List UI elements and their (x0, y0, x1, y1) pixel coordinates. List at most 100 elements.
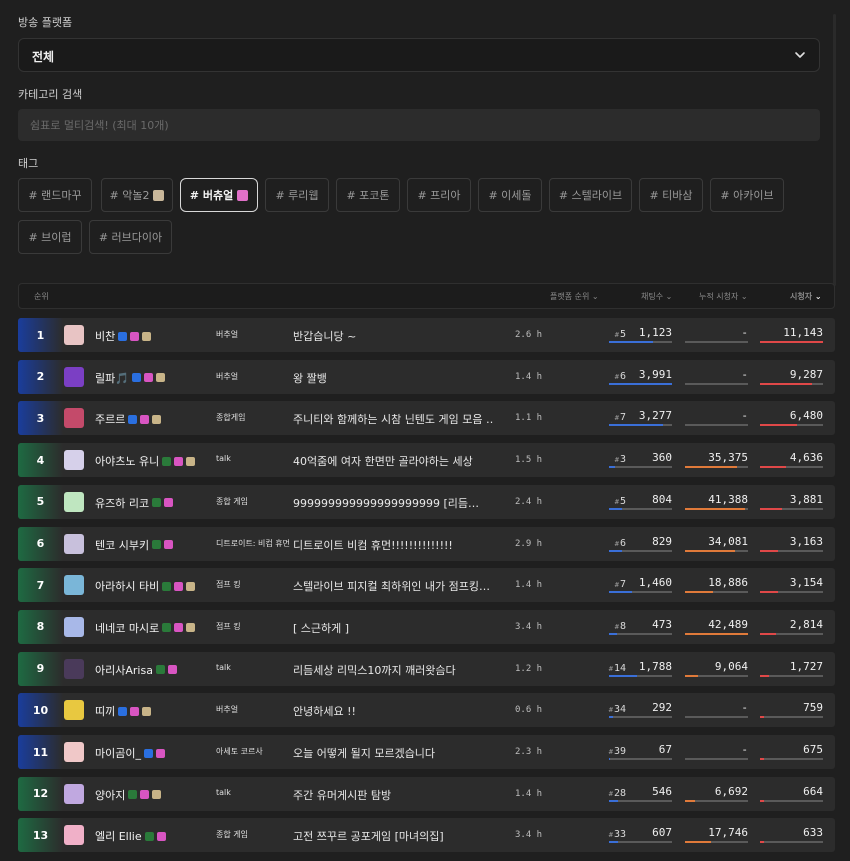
avatar[interactable] (64, 450, 84, 471)
streamer-name-text: 아라하시 타비 (95, 580, 160, 594)
streamer-name[interactable]: 양아지 (95, 787, 162, 803)
table-row[interactable]: 1 비찬 버추얼 반갑습니당 ~2.6 h #5 1,123-11,143 (18, 318, 835, 352)
stream-title[interactable]: 주니티와 함께하는 시참 닌텐도 게임 모음 … (293, 411, 493, 427)
avatar[interactable] (64, 533, 84, 554)
platform-badge-icon (118, 331, 128, 341)
tag-chip[interactable]: # 이세돌 (478, 178, 542, 212)
chat-count-value: 1,123 (638, 326, 672, 339)
platform-badge-icon (186, 623, 196, 633)
table-row[interactable]: 3 주르르 종합게임 주니티와 함께하는 시참 닌텐도 게임 모음 … 1.1 h #7 3… (18, 401, 835, 436)
table-row[interactable]: 8 네네코 마시로 점프 킹[ 스근하게 ] 3.4 h #8 473 42,489 2,81… (18, 609, 835, 644)
avatar[interactable] (64, 491, 84, 512)
tag-chip[interactable]: # 랜드마꾸 (18, 178, 92, 212)
avatar[interactable] (64, 700, 84, 721)
tags-label: 태그 (18, 157, 39, 170)
streamer-name[interactable]: 릴파🎵 (95, 370, 165, 386)
chat-count-bar-fill (609, 841, 618, 844)
tag-chip[interactable]: # 악놀2 (101, 178, 173, 212)
table-row[interactable]: 11 마이곰이_ 아세토 코르사 오늘 어떻게 될지 모르겠습니다 2.3 h #39 67… (18, 735, 835, 769)
tag-chip[interactable]: # 루리웹 (265, 178, 329, 212)
avatar[interactable] (64, 325, 84, 345)
table-row[interactable]: 10 띠끼 버추얼 안녕하세요 !! 0.6 h #34 292-759 (18, 693, 835, 728)
table-header: 순위 플랫폼 순위 ⌄ 채팅수 ⌄ 누적 시청자 ⌄ 시청자 ⌄ (18, 283, 835, 309)
streamer-name[interactable]: 마이곰이_ (95, 745, 165, 761)
streamer-name[interactable]: 유즈하 리코 (95, 495, 174, 511)
tag-chip[interactable]: # 티바삼 (639, 178, 703, 212)
stream-title[interactable]: 고전 쯔꾸르 공포게임 [마녀의집] (293, 828, 493, 844)
viewer-count-bar-fill (760, 591, 778, 594)
avatar[interactable] (64, 783, 84, 804)
table-row[interactable]: 12 양아지 talk 주간 유머게시판 탐방 1.4 h #28 546 6,692 664 (18, 776, 835, 811)
stream-category: 점프 킹 (216, 580, 241, 590)
stream-title[interactable]: 디트로이트 비컴 휴먼!!!!!!!!!!!!!! (293, 537, 493, 553)
stream-duration: 1.2 h (515, 663, 543, 674)
streamer-name[interactable]: 비찬 (95, 328, 152, 344)
category-search-input[interactable] (18, 109, 820, 141)
viewer-count-bar (760, 341, 823, 343)
streamer-name[interactable]: 아라하시 타비 (95, 578, 196, 594)
stream-title[interactable]: 안녕하세요 !! (293, 703, 493, 719)
rank-number: 13 (18, 818, 63, 853)
avatar[interactable] (64, 408, 84, 429)
tag-chip[interactable]: # 버츄얼 (180, 178, 258, 212)
header-platform-rank[interactable]: 플랫폼 순위 ⌄ (550, 291, 599, 302)
table-row[interactable]: 9 아리사Arisa talk 리듬세상 리믹스10까지 깨러왓슴다 1.2 h #14 1… (18, 651, 835, 686)
viewer-count: 4,636 (760, 443, 823, 477)
stream-title[interactable]: 스텔라이브 피지컬 최하위인 내가 점프킹… (293, 578, 493, 594)
table-row[interactable]: 6 텐코 시부키 디트로이트: 비컴 휴먼 디트로이트 비컴 휴먼!!!!!!!!!!… (18, 526, 835, 561)
viewer-count-bar-fill (760, 507, 782, 510)
viewer-count-value: 664 (803, 784, 823, 798)
tag-chip[interactable]: # 아카이브 (710, 178, 784, 212)
chat-count-bar (609, 382, 672, 385)
table-row[interactable]: 2 릴파🎵 버추얼 왕 짤뱅 1.4 h #6 3,991-9,287 (18, 359, 835, 394)
streamer-name[interactable]: 네네코 마시로 (95, 620, 196, 636)
header-cumulative[interactable]: 누적 시청자 ⌄ (699, 291, 748, 302)
table-row[interactable]: 5 유즈하 리코 종합 게임 999999999999999999999 [리듬… 2.… (18, 484, 835, 519)
rank-number: 8 (18, 609, 63, 644)
streamer-name[interactable]: 주르르 (95, 411, 162, 427)
stream-duration: 2.6 h (515, 330, 543, 340)
header-viewers[interactable]: 시청자 ⌄ (790, 291, 822, 302)
cumulative-viewers-value: 9,064 (714, 659, 748, 673)
stream-title[interactable]: 왕 짤뱅 (293, 370, 493, 386)
tag-chip[interactable]: # 브이럽 (18, 220, 82, 254)
tag-chip[interactable]: # 포코톤 (336, 178, 400, 212)
table-row[interactable]: 13 엘리 Ellie 종합 게임 고전 쯔꾸르 공포게임 [마녀의집] 3.4 h #3… (18, 818, 835, 853)
chat-count-value: 546 (652, 784, 672, 798)
cumulative-viewers-value: 42,489 (708, 617, 748, 631)
table-row[interactable]: 4 아야츠노 유니 talk 40억줌에 여자 한면만 골라야하는 세상 1.5 h #3… (18, 443, 835, 478)
streamer-name[interactable]: 아야츠노 유니 (95, 453, 196, 469)
stream-title[interactable]: 오늘 어떻게 될지 모르겠습니다 (293, 745, 493, 761)
stream-title[interactable]: 반갑습니당 ~ (293, 328, 493, 344)
platform-select[interactable]: 전체 (18, 38, 820, 72)
viewer-count-bar (760, 841, 823, 844)
header-chat[interactable]: 채팅수 ⌄ (641, 291, 672, 302)
stream-title[interactable]: [ 스근하게 ] (293, 620, 493, 636)
streamer-name-text: 텐코 시부키 (95, 538, 150, 552)
stream-title[interactable]: 999999999999999999999 [리듬… (293, 495, 493, 511)
streamer-name[interactable]: 텐코 시부키 (95, 537, 174, 553)
tag-chip[interactable]: # 프리아 (407, 178, 471, 212)
avatar[interactable] (64, 366, 84, 387)
tag-chip[interactable]: # 스텔라이브 (549, 178, 632, 212)
avatar[interactable] (64, 658, 84, 679)
viewer-count: 2,814 (760, 610, 823, 644)
avatar[interactable] (64, 616, 84, 637)
avatar[interactable] (64, 825, 84, 846)
stream-title[interactable]: 주간 유머게시판 탐방 (293, 787, 493, 803)
chat-count-bar (609, 466, 672, 469)
stream-title[interactable]: 리듬세상 리믹스10까지 깨러왓슴다 (293, 662, 493, 678)
table-row[interactable]: 7 아라하시 타비 점프 킹 스텔라이브 피지컬 최하위인 내가 점프킹… 1.4 h #… (18, 568, 835, 603)
viewer-count-bar-fill (760, 341, 823, 343)
avatar[interactable] (64, 575, 84, 596)
stream-title[interactable]: 40억줌에 여자 한면만 골라야하는 세상 (293, 453, 493, 469)
tag-label: # 이세돌 (488, 189, 532, 202)
streamer-name[interactable]: 아리사Arisa (95, 662, 177, 678)
avatar[interactable] (64, 742, 84, 762)
streamer-name[interactable]: 엘리 Ellie (95, 828, 166, 844)
streamer-name[interactable]: 띠끼 (95, 703, 152, 719)
tag-chip[interactable]: # 러브다이아 (89, 220, 172, 254)
chat-count-value: 3,991 (638, 367, 672, 381)
chat-count: 360 (609, 443, 672, 477)
scrollbar[interactable] (833, 14, 836, 286)
